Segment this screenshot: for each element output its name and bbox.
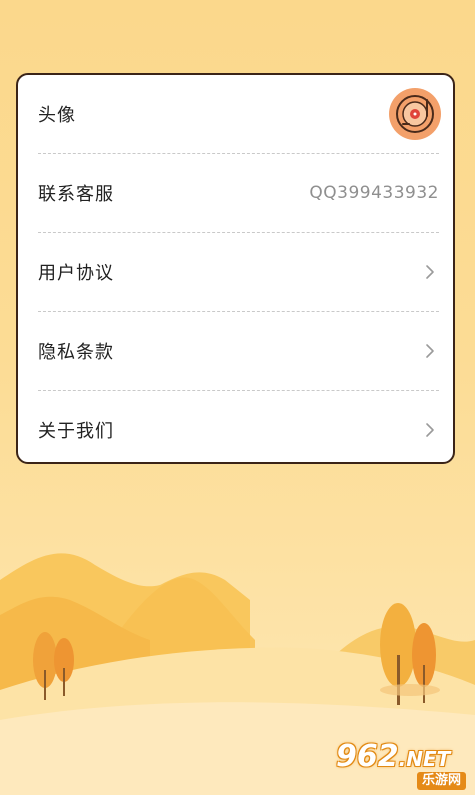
watermark-site-name: 乐游网 bbox=[416, 772, 466, 790]
contact-service-value: QQ399433932 bbox=[309, 183, 439, 203]
avatar-label: 头像 bbox=[38, 105, 76, 126]
user-agreement-label: 用户协议 bbox=[38, 263, 114, 284]
row-contact-service[interactable]: 联系客服 QQ399433932 bbox=[18, 154, 453, 232]
vinyl-record-icon[interactable] bbox=[389, 88, 441, 140]
contact-service-label: 联系客服 bbox=[38, 184, 114, 205]
chevron-right-icon bbox=[426, 423, 434, 437]
watermark-brand: 962.NET bbox=[336, 739, 451, 774]
chevron-right-icon bbox=[426, 344, 434, 358]
about-us-label: 关于我们 bbox=[38, 421, 114, 442]
privacy-policy-label: 隐私条款 bbox=[38, 342, 114, 363]
row-about-us[interactable]: 关于我们 bbox=[18, 391, 453, 462]
row-privacy-policy[interactable]: 隐私条款 bbox=[18, 312, 453, 390]
site-watermark: 962.NET 乐游网 bbox=[336, 742, 470, 790]
row-avatar[interactable]: 头像 bbox=[18, 75, 453, 153]
row-user-agreement[interactable]: 用户协议 bbox=[18, 233, 453, 311]
settings-card: 头像 联系客服 QQ399433932 用户协议 隐私条款 关于我们 bbox=[16, 73, 455, 464]
chevron-right-icon bbox=[426, 265, 434, 279]
